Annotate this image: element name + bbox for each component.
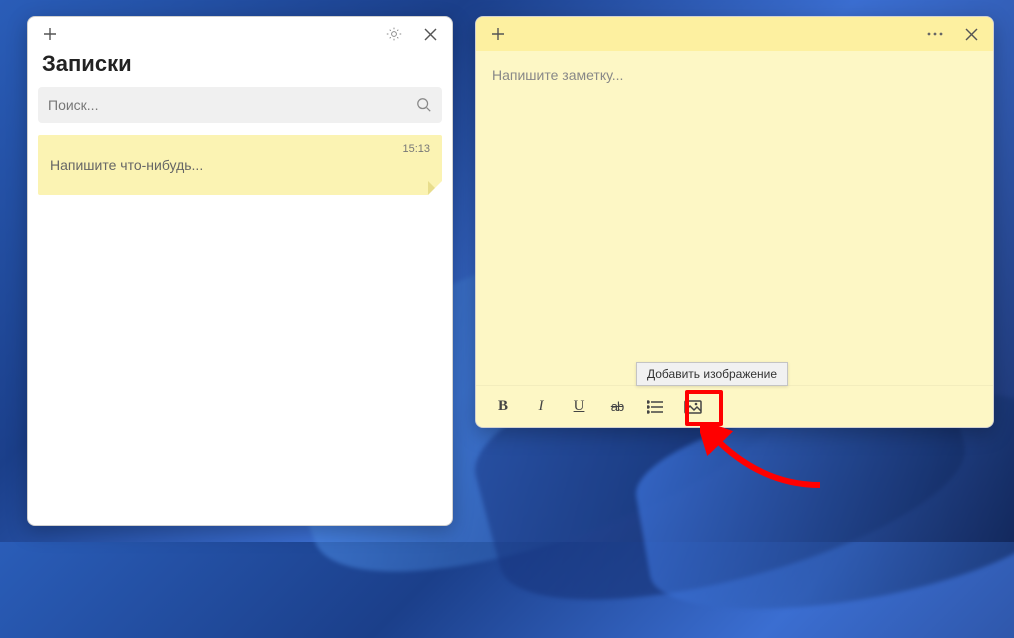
note-fold-corner (428, 181, 442, 195)
strikethrough-icon: ab (611, 399, 623, 414)
new-note-button[interactable] (482, 18, 514, 50)
note-menu-button[interactable] (919, 18, 951, 50)
search-field[interactable] (38, 87, 442, 123)
note-time: 15:13 (402, 143, 430, 155)
note-editor[interactable]: Напишите заметку... (476, 51, 993, 385)
note-preview: Напишите что-нибудь... (50, 157, 430, 173)
italic-icon: I (539, 398, 544, 415)
note-titlebar (476, 17, 993, 51)
format-toolbar: B I U ab (476, 385, 993, 427)
plus-icon (43, 27, 57, 41)
more-icon (927, 32, 943, 36)
search-icon (416, 97, 432, 113)
search-input[interactable] (48, 97, 416, 113)
close-icon (965, 28, 978, 41)
tooltip-add-image: Добавить изображение (636, 362, 788, 386)
gear-icon (386, 26, 402, 42)
sticky-notes-list-window: Записки 15:13 Напишите что-нибудь... (27, 16, 453, 526)
settings-button[interactable] (378, 18, 410, 50)
image-icon (684, 400, 702, 414)
list-title: Записки (28, 51, 452, 87)
underline-button[interactable]: U (562, 390, 596, 424)
strikethrough-button[interactable]: ab (600, 390, 634, 424)
close-note-button[interactable] (955, 18, 987, 50)
underline-icon: U (574, 398, 585, 415)
new-note-button[interactable] (34, 18, 66, 50)
note-placeholder: Напишите заметку... (492, 67, 623, 83)
add-image-button[interactable] (676, 390, 710, 424)
list-titlebar (28, 17, 452, 51)
bullet-list-button[interactable] (638, 390, 672, 424)
note-list: 15:13 Напишите что-нибудь... (28, 135, 452, 525)
close-list-button[interactable] (414, 18, 446, 50)
bold-button[interactable]: B (486, 390, 520, 424)
plus-icon (491, 27, 505, 41)
bold-icon: B (498, 398, 508, 415)
close-icon (424, 28, 437, 41)
italic-button[interactable]: I (524, 390, 558, 424)
list-icon (647, 400, 663, 414)
note-list-item[interactable]: 15:13 Напишите что-нибудь... (38, 135, 442, 195)
